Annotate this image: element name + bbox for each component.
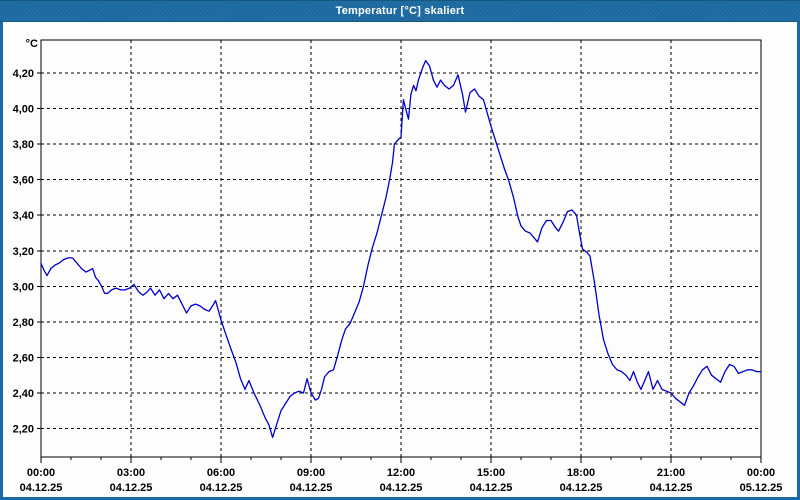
temperature-line xyxy=(40,59,762,439)
x-tick-date-label: 04.12.25 xyxy=(110,482,153,494)
y-tick-label: 2,40 xyxy=(13,388,34,400)
chart-window: 2,20 2,40 2,60 2,80 3,00 3,20 3,40 3,60 3,80 4,00… xyxy=(0,0,800,500)
temperature-chart: 2,20 2,40 2,60 2,80 3,00 3,20 3,40 3,60 3,80 4,00… xyxy=(13,38,783,494)
y-tick-label: 2,80 xyxy=(13,317,34,329)
y-tick-label: 2,60 xyxy=(13,352,34,364)
y-tick-label: 3,40 xyxy=(13,210,34,222)
x-tick-time-label: 09:00 xyxy=(297,467,325,479)
x-tick-date-label: 04.12.25 xyxy=(380,482,423,494)
x-tick-time-label: 15:00 xyxy=(477,467,505,479)
x-tick-time-label: 03:00 xyxy=(117,467,145,479)
y-tick-label: 3,60 xyxy=(13,175,34,187)
y-tick-label: 4,00 xyxy=(13,104,34,116)
x-tick-time-label: 00:00 xyxy=(27,467,55,479)
x-tick-time-label: 00:00 xyxy=(747,467,775,479)
y-tick-label: 4,20 xyxy=(13,68,34,80)
x-tick-date-label: 04.12.25 xyxy=(650,482,693,494)
x-tick-time-label: 12:00 xyxy=(387,467,415,479)
x-tick-date-label: 05.12.25 xyxy=(740,482,783,494)
x-tick-time-label: 18:00 xyxy=(567,467,595,479)
x-tick-date-label: 04.12.25 xyxy=(470,482,513,494)
y-tick-label: 3,20 xyxy=(13,246,34,258)
y-tick-label: 3,80 xyxy=(13,139,34,151)
window-title: Temperatur [°C] skaliert xyxy=(335,5,465,17)
title-bar[interactable]: Temperatur [°C] skaliert xyxy=(0,0,800,22)
x-tick-date-label: 04.12.25 xyxy=(290,482,333,494)
x-tick-time-label: 21:00 xyxy=(657,467,685,479)
y-axis-unit-label: °C xyxy=(26,38,38,50)
x-tick-date-label: 04.12.25 xyxy=(560,482,603,494)
x-tick-date-label: 04.12.25 xyxy=(200,482,243,494)
x-tick-date-label: 04.12.25 xyxy=(20,482,63,494)
y-tick-label: 2,20 xyxy=(13,424,34,436)
x-tick-time-label: 06:00 xyxy=(207,467,235,479)
y-tick-label: 3,00 xyxy=(13,281,34,293)
